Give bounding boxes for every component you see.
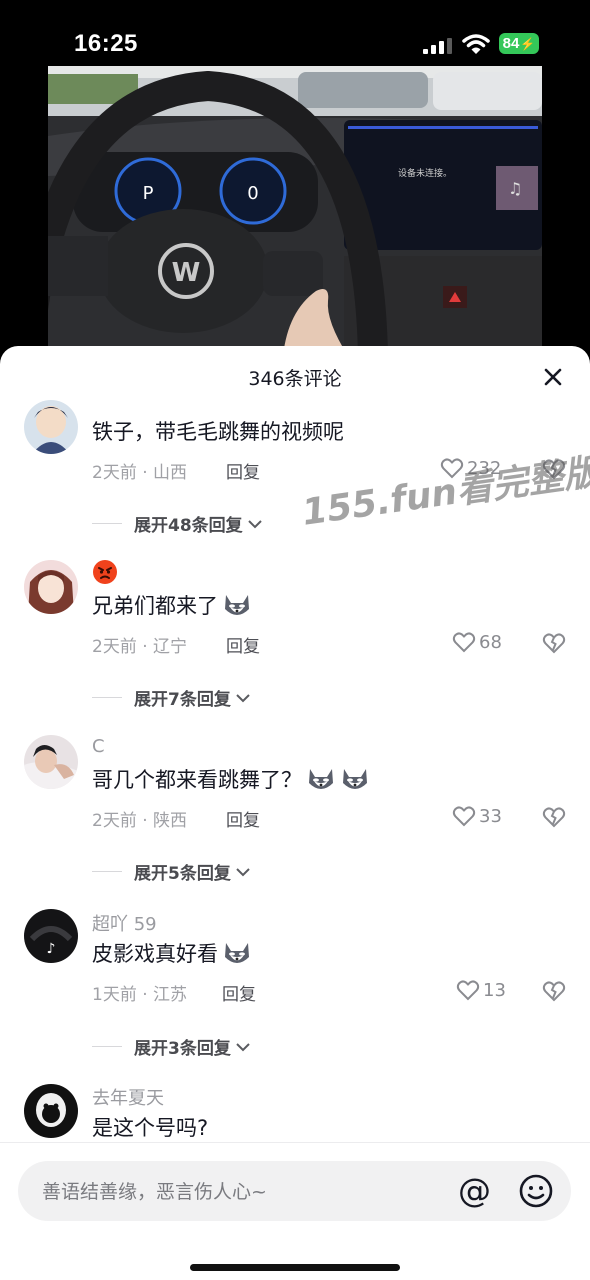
heart-outline-icon [452, 806, 476, 827]
reply-button[interactable]: 回复 [226, 632, 260, 657]
svg-text:♫: ♫ [508, 179, 522, 198]
home-indicator[interactable] [190, 1264, 400, 1271]
smile-icon[interactable] [518, 1173, 554, 1209]
battery-indicator: 84 ⚡ [499, 33, 539, 54]
husky-emoji-icon [225, 943, 249, 963]
comment-meta: 2天前 · 山西 [92, 463, 188, 483]
comment-list[interactable]: 铁子，带毛毛跳舞的视频呢 2天前 · 山西 回复 232 展开48条回复 兄弟们… [0, 398, 590, 1142]
comments-count-title: 346条评论 [248, 368, 342, 390]
reply-button[interactable]: 回复 [226, 806, 260, 831]
comments-sheet: 346条评论 铁子，带毛毛跳舞的视频呢 2天前 · 山西 回复 232 展开48… [0, 346, 590, 1280]
status-bar: 16:25 84 ⚡ [0, 0, 590, 70]
heart-outline-icon [452, 632, 476, 653]
at-icon[interactable]: @ [458, 1173, 491, 1209]
comment-location: 山西 [153, 463, 188, 483]
like-button[interactable]: 33 [452, 805, 502, 827]
chevron-down-icon [247, 519, 262, 528]
like-count: 68 [479, 631, 502, 653]
comment-text-content: 兄弟们都来了 [92, 594, 218, 618]
svg-text:P: P [143, 183, 154, 204]
comment-nickname[interactable]: 去年夏天 [92, 1084, 164, 1110]
comment-input[interactable] [40, 1161, 444, 1223]
comment-text-content: 哥几个都来看跳舞了？ [92, 768, 302, 792]
like-count: 13 [483, 979, 506, 1001]
cellular-signal-icon [423, 38, 452, 54]
divider-line [92, 523, 122, 524]
avatar[interactable]: ♪ [24, 909, 78, 963]
expand-replies-button[interactable]: 展开5条回复 [92, 859, 252, 884]
heart-outline-icon [456, 980, 480, 1001]
avatar[interactable] [24, 560, 78, 614]
divider-line [92, 697, 122, 698]
comment-nickname[interactable]: 超吖 59 [92, 910, 157, 936]
broken-heart-icon[interactable] [542, 980, 566, 1002]
chevron-down-icon [236, 867, 250, 876]
expand-replies-label: 展开7条回复 [134, 690, 231, 710]
like-button[interactable]: 13 [456, 979, 506, 1001]
like-count: 33 [479, 805, 502, 827]
comment-text: 哥几个都来看跳舞了？ [92, 764, 370, 794]
input-divider [0, 1142, 590, 1143]
chevron-down-icon [236, 693, 250, 702]
comment-location: 陕西 [153, 811, 188, 831]
expand-replies-label: 展开5条回复 [134, 864, 231, 884]
angry-face-icon [93, 560, 117, 584]
battery-level: 84 [502, 35, 520, 52]
comment-text: 铁子，带毛毛跳舞的视频呢 [92, 420, 344, 444]
expand-replies-label: 展开3条回复 [134, 1039, 231, 1059]
comment-meta: 1天前 · 江苏 [92, 985, 188, 1005]
comment-time: 2天前 [92, 811, 137, 831]
avatar[interactable] [24, 400, 78, 454]
wifi-icon [462, 34, 490, 54]
svg-text:设备未连接。: 设备未连接。 [398, 167, 452, 179]
comment-nickname[interactable]: C [92, 736, 105, 757]
charging-bolt-icon: ⚡ [520, 36, 536, 51]
comment-text: 兄弟们都来了 [92, 590, 252, 620]
comment-meta: 2天前 · 辽宁 [92, 637, 188, 657]
comment-time: 2天前 [92, 637, 137, 657]
husky-emoji-icon [309, 769, 333, 789]
expand-replies-button[interactable]: 展开7条回复 [92, 685, 252, 710]
svg-text:♪: ♪ [47, 941, 56, 957]
avatar[interactable] [24, 735, 78, 789]
comment-input-bar: @ [18, 1161, 571, 1223]
comment-text: 是这个号吗? [92, 1116, 209, 1140]
close-icon[interactable] [540, 364, 566, 390]
expand-replies-label: 展开48条回复 [134, 516, 243, 536]
svg-text:0: 0 [247, 183, 258, 204]
video-player[interactable]: P 0 ♫ 设备未连接。 W [48, 66, 542, 356]
svg-text:W: W [172, 258, 201, 288]
like-button[interactable]: 68 [452, 631, 502, 653]
broken-heart-icon[interactable] [542, 632, 566, 654]
avatar[interactable] [24, 1084, 78, 1138]
broken-heart-icon[interactable] [542, 806, 566, 828]
divider-line [92, 1046, 122, 1047]
expand-replies-button[interactable]: 展开48条回复 [92, 511, 264, 536]
husky-emoji-icon [343, 769, 367, 789]
divider-line [92, 871, 122, 872]
chevron-down-icon [236, 1042, 250, 1051]
comment-location: 江苏 [153, 985, 188, 1005]
reply-button[interactable]: 回复 [226, 458, 260, 483]
video-frame-image: P 0 ♫ 设备未连接。 W [48, 66, 542, 356]
comment-text: 皮影戏真好看 [92, 938, 252, 968]
comment-time: 2天前 [92, 463, 137, 483]
husky-emoji-icon [225, 595, 249, 615]
expand-replies-button[interactable]: 展开3条回复 [92, 1034, 252, 1059]
comment-time: 1天前 [92, 985, 137, 1005]
comment-text-content: 皮影戏真好看 [92, 942, 218, 966]
comment-meta: 2天前 · 陕西 [92, 811, 188, 831]
status-time: 16:25 [74, 30, 138, 57]
comment-location: 辽宁 [153, 637, 188, 657]
reply-button[interactable]: 回复 [222, 980, 256, 1005]
